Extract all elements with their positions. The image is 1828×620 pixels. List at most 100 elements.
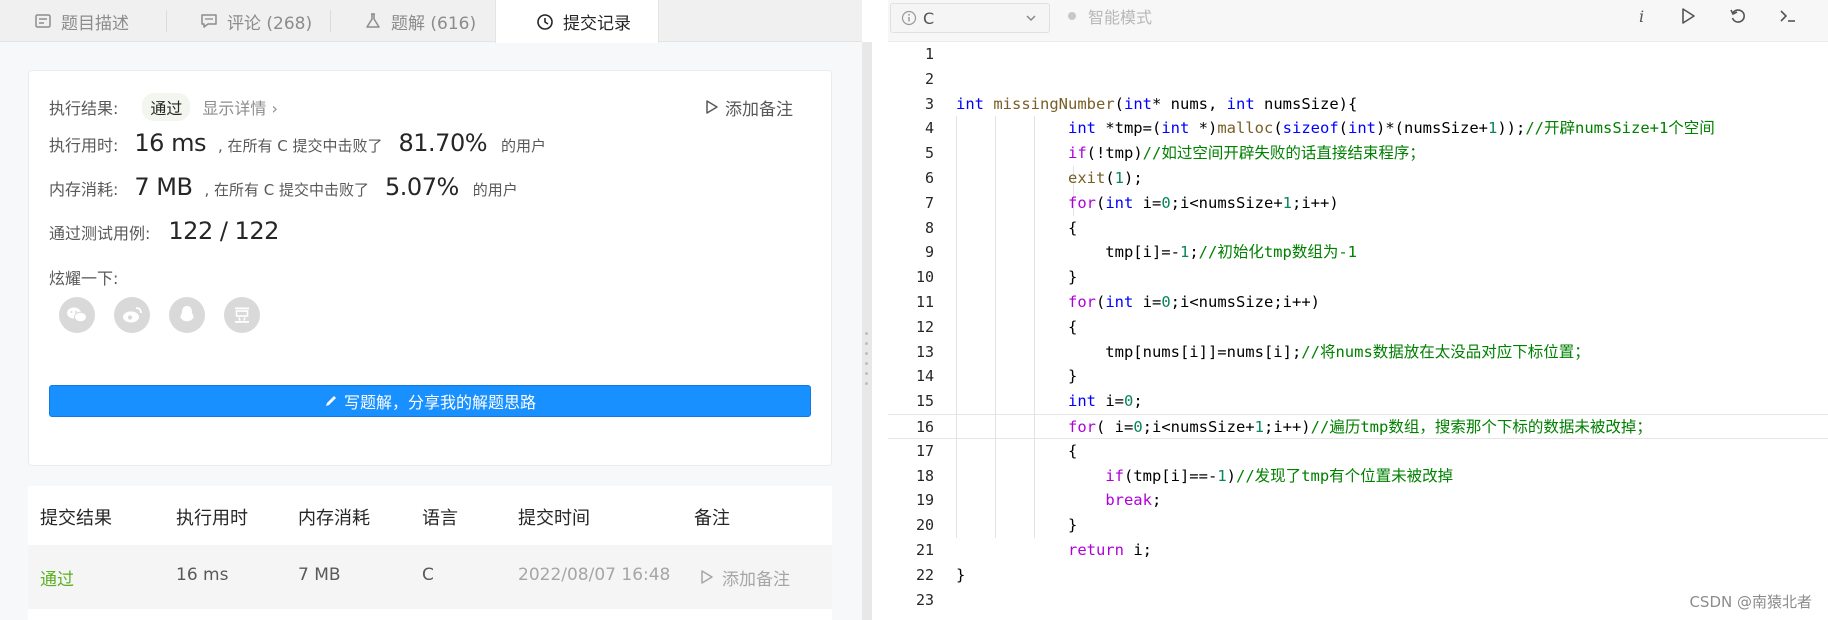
pencil-icon — [325, 396, 336, 406]
description-icon — [32, 10, 54, 32]
row-submit-time: 2022/08/07 16:48 — [518, 565, 671, 585]
code-line: 8 { — [924, 218, 1078, 237]
code-line: 14 } — [915, 367, 1078, 386]
language-value: C — [923, 8, 935, 28]
code-line: 7 for(int i=0;i<numsSize+1;i++) — [924, 193, 1339, 212]
douban-icon[interactable] — [224, 297, 260, 333]
share-icons — [59, 297, 279, 333]
run-icon[interactable] — [1676, 4, 1700, 28]
tab-divider — [166, 10, 167, 32]
tab-label: 评论 (268) — [227, 13, 313, 34]
code-line: 19 break; — [915, 491, 1162, 510]
memory-label: 内存消耗: — [49, 180, 119, 199]
smart-mode-toggle[interactable]: 智能模式 — [1068, 4, 1152, 28]
memory-row: 内存消耗: 7 MB , 在所有 C 提交中击败了 5.07% 的用户 — [49, 173, 518, 201]
smart-mode-label: 智能模式 — [1088, 8, 1153, 27]
runtime-label: 执行用时: — [49, 136, 119, 155]
result-row: 执行结果: 通过 显示详情 › — [49, 93, 278, 121]
watermark: CSDN @南猿北者 — [1689, 593, 1812, 611]
console-icon[interactable] — [1776, 4, 1800, 28]
write-solution-label: 写题解，分享我的解题思路 — [343, 393, 536, 412]
row-status-link[interactable]: 通过 — [40, 565, 74, 590]
code-line: 12 { — [915, 317, 1078, 336]
svg-text:i: i — [1639, 7, 1644, 25]
tab-label: 题目描述 — [61, 13, 129, 34]
flag-icon — [701, 569, 713, 584]
code-line: 15 int i=0; — [915, 392, 1143, 411]
language-select[interactable]: C — [890, 3, 1050, 33]
code-line: 22} — [915, 565, 966, 584]
tests-value: 122 / 122 — [168, 217, 279, 245]
code-line: 20 } — [915, 516, 1078, 535]
chevron-down-icon — [1026, 15, 1036, 22]
tests-row: 通过测试用例: 122 / 122 — [49, 217, 279, 245]
memory-tail: 的用户 — [472, 181, 518, 199]
add-note-label: 添加备注 — [725, 100, 793, 120]
show-details-link[interactable]: 显示详情 › — [202, 95, 278, 119]
column-header: 语言 — [422, 508, 458, 529]
code-line: 18 if(tmp[i]==-1)//发现了tmp有个位置未被改掉 — [915, 466, 1454, 485]
code-line: 5 if(!tmp)//如过空间开辟失败的话直接结束程序； — [924, 144, 1425, 163]
reset-icon[interactable] — [1726, 4, 1750, 28]
flag-icon — [706, 99, 718, 114]
table-row[interactable]: 通过 16 ms 7 MB C 2022/08/07 16:48 添加备注 — [28, 545, 832, 609]
code-line: 11 for(int i=0;i<numsSize;i++) — [915, 293, 1320, 311]
code-line: 21 return i; — [915, 541, 1152, 559]
runtime-value: 16 ms — [134, 129, 206, 157]
tests-label: 通过测试用例: — [49, 224, 151, 243]
row-memory: 7 MB — [298, 565, 341, 585]
problem-tabs: 题目描述 评论 (268) 题解 (616) 提交记录 — [0, 0, 862, 43]
comment-icon — [198, 10, 220, 32]
code-area[interactable]: 1 2 3 int missingNumber(int* nums, int nu… — [888, 42, 1828, 620]
tab-divider — [330, 10, 331, 32]
code-line: 4 int *tmp=(int *)malloc(sizeof(int)*(nu… — [924, 119, 1715, 138]
tab-comments[interactable]: 评论 (268) — [198, 0, 312, 42]
smart-mode-dot — [1068, 12, 1076, 20]
column-header: 提交结果 — [40, 508, 112, 529]
runtime-beat-text: , 在所有 C 提交中击败了 — [217, 137, 383, 155]
share-label: 炫耀一下: — [49, 269, 119, 288]
wechat-icon[interactable] — [59, 297, 95, 333]
tab-label: 提交记录 — [563, 14, 631, 34]
code-line: 17 { — [915, 441, 1078, 460]
code-line: 2 — [924, 69, 934, 88]
row-language: C — [422, 565, 434, 585]
editor-toolbar: C 智能模式 i — [888, 0, 1828, 42]
code-line: 13 tmp[nums[i]]=nums[i];//将nums数据放在太没品对应… — [915, 342, 1590, 361]
memory-beat-text: , 在所有 C 提交中击败了 — [204, 181, 370, 199]
tab-label: 题解 (616) — [391, 13, 477, 34]
code-line: 3 int missingNumber(int* nums, int numsSi… — [924, 94, 1358, 113]
qq-icon[interactable] — [169, 297, 205, 333]
runtime-percent: 81.70% — [398, 129, 488, 157]
column-header: 提交时间 — [518, 508, 590, 529]
column-header: 执行用时 — [176, 508, 248, 529]
code-line: 9 tmp[i]=-1;//初始化tmp数组为-1 — [924, 243, 1357, 262]
memory-percent: 5.07% — [385, 173, 459, 201]
clock-icon — [534, 11, 556, 33]
tab-description[interactable]: 题目描述 — [32, 0, 129, 42]
code-line: 1 — [924, 45, 934, 63]
runtime-tail: 的用户 — [501, 137, 547, 155]
pane-splitter[interactable] — [862, 42, 872, 620]
code-line: 10 } — [915, 268, 1078, 287]
add-note-button[interactable]: 添加备注 — [705, 95, 793, 120]
runtime-row: 执行用时: 16 ms , 在所有 C 提交中击败了 81.70% 的用户 — [49, 129, 546, 157]
info-circle-icon — [901, 10, 917, 26]
left-pane: 题目描述 评论 (268) 题解 (616) 提交记录 执行结果: 通过 显示详… — [0, 0, 862, 620]
info-icon[interactable]: i — [1630, 4, 1654, 28]
write-solution-button[interactable]: 写题解，分享我的解题思路 — [49, 385, 811, 417]
memory-value: 7 MB — [134, 173, 193, 201]
code-line: 6 exit(1); — [924, 169, 1143, 187]
tab-submissions[interactable]: 提交记录 — [495, 0, 659, 43]
column-header: 备注 — [694, 508, 730, 529]
weibo-icon[interactable] — [114, 297, 150, 333]
submission-result-card: 执行结果: 通过 显示详情 › 添加备注 执行用时: 16 ms , 在所有 C… — [28, 70, 832, 466]
code-editor-pane: C 智能模式 i 1 2 3 int missingNumber(int* num… — [888, 0, 1828, 620]
status-badge: 通过 — [142, 93, 191, 121]
tab-solutions[interactable]: 题解 (616) — [362, 0, 476, 42]
flask-icon — [362, 10, 384, 32]
code-line: 23 — [915, 590, 934, 609]
code-line-current: 16 for( i=0;i<numsSize+1;i++)//遍历tmp数组，搜… — [888, 414, 1828, 439]
row-add-note-label: 添加备注 — [722, 570, 790, 590]
row-add-note-button[interactable]: 添加备注 — [700, 565, 790, 590]
